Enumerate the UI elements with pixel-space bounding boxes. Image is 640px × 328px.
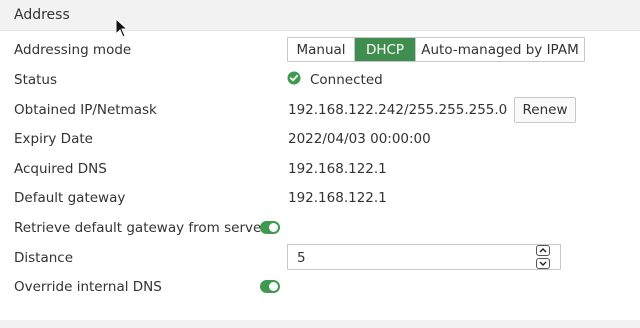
mouse-cursor-icon (115, 18, 129, 38)
check-circle-icon (287, 71, 301, 85)
acquired-dns-label: Acquired DNS (14, 161, 107, 177)
default-gateway-label: Default gateway (14, 190, 126, 206)
mode-dhcp-button[interactable]: DHCP (355, 38, 415, 61)
distance-input[interactable]: 5 (287, 244, 561, 270)
chevron-down-icon (539, 261, 547, 266)
expiry-date-label: Expiry Date (14, 131, 93, 147)
addressing-mode-selector[interactable]: Manual DHCP Auto-managed by IPAM (287, 37, 585, 62)
retrieve-gateway-toggle[interactable] (260, 221, 280, 234)
section-header: Address (0, 0, 640, 31)
decrement-button[interactable] (536, 258, 550, 269)
mode-manual-button[interactable]: Manual (288, 38, 355, 61)
section-title: Address (14, 7, 70, 23)
section-footer (0, 320, 640, 328)
obtained-ip-value: 192.168.122.242/255.255.255.0 (288, 102, 508, 118)
default-gateway-value: 192.168.122.1 (288, 190, 387, 206)
chevron-up-icon (539, 248, 547, 253)
retrieve-gateway-label: Retrieve default gateway from server (14, 220, 267, 236)
toggle-knob (269, 223, 278, 232)
mode-ipam-button[interactable]: Auto-managed by IPAM (415, 38, 584, 61)
addressing-mode-label: Addressing mode (14, 42, 132, 58)
status-value: Connected (310, 72, 383, 88)
obtained-ip-label: Obtained IP/Netmask (14, 102, 157, 118)
renew-button[interactable]: Renew (514, 97, 576, 123)
expiry-date-value: 2022/04/03 00:00:00 (288, 131, 431, 147)
increment-button[interactable] (536, 245, 550, 256)
distance-value: 5 (297, 250, 306, 266)
status-label: Status (14, 72, 58, 88)
override-dns-toggle[interactable] (260, 280, 280, 293)
override-dns-label: Override internal DNS (14, 279, 162, 295)
acquired-dns-value: 192.168.122.1 (288, 161, 387, 177)
distance-label: Distance (14, 250, 74, 266)
toggle-knob (269, 282, 278, 291)
